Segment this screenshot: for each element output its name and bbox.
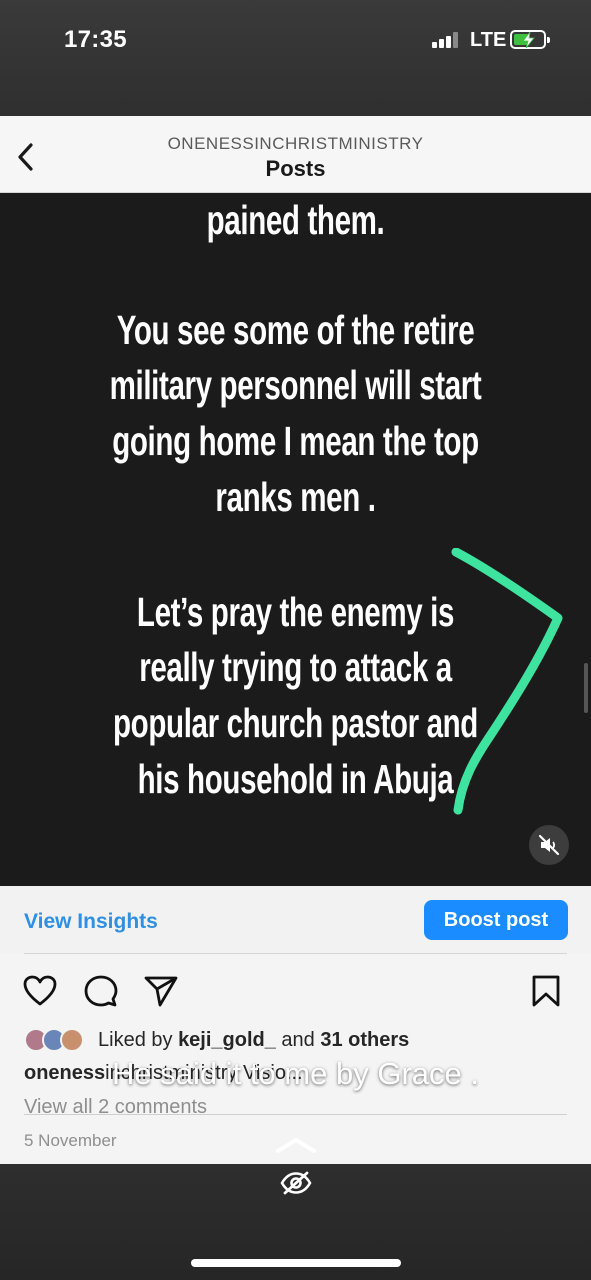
network-type: LTE	[470, 29, 507, 51]
post-text-line: pained them.	[206, 197, 385, 243]
boost-post-button[interactable]: Boost post	[424, 900, 568, 940]
scrollbar	[584, 663, 588, 713]
account-name: ONENESSINCHRISTMINISTRY	[167, 134, 424, 153]
mute-audio-button[interactable]	[529, 825, 569, 865]
checkmark-scribble-icon	[451, 548, 563, 815]
post-media[interactable]: pained them. You see some of the retire …	[0, 193, 591, 886]
post-screenshot: ONENESSINCHRISTMINISTRY Posts pained the…	[0, 116, 591, 1164]
post-text-line: ranks men .	[215, 474, 376, 520]
save-bookmark-icon[interactable]	[530, 974, 562, 1008]
speaker-muted-icon	[538, 834, 560, 856]
avatar	[60, 1028, 84, 1052]
liker-avatars	[24, 1027, 94, 1055]
like-heart-icon[interactable]	[22, 974, 58, 1008]
post-actions	[0, 966, 591, 1016]
comment-icon[interactable]	[83, 974, 119, 1008]
post-text-line: military personnel will start	[109, 362, 482, 408]
cellular-signal-icon	[432, 32, 462, 48]
page-title: Posts	[265, 156, 326, 181]
likes-row[interactable]: Liked by keji_gold_ and 31 others	[24, 1027, 584, 1055]
story-caption: He said it to me by Grace .	[112, 1056, 479, 1091]
view-insights-link[interactable]: View Insights	[24, 910, 158, 934]
home-indicator[interactable]	[191, 1259, 401, 1267]
post-text-line: You see some of the retire	[116, 307, 475, 353]
status-bar: 17:35 LTE	[0, 0, 591, 80]
post-date: 5 November	[24, 1131, 117, 1150]
liker-username[interactable]: keji_gold_	[178, 1029, 276, 1051]
hide-eye-slash-icon[interactable]	[280, 1170, 312, 1196]
swipe-up-chevron-icon[interactable]	[275, 1135, 317, 1155]
post-text-line: going home I mean the top	[112, 418, 479, 464]
likes-text: Liked by keji_gold_ and 31 others	[98, 1029, 410, 1051]
divider	[24, 953, 567, 954]
post-header: ONENESSINCHRISTMINISTRY Posts	[0, 116, 591, 193]
status-time: 17:35	[64, 26, 127, 53]
battery-charging-icon	[510, 30, 550, 49]
divider	[24, 1114, 567, 1115]
view-comments-link[interactable]: View all 2 comments	[24, 1096, 207, 1119]
insights-bar: View Insights Boost post	[0, 886, 591, 954]
likes-count[interactable]: 31 others	[320, 1029, 409, 1051]
share-send-icon[interactable]	[143, 974, 179, 1008]
